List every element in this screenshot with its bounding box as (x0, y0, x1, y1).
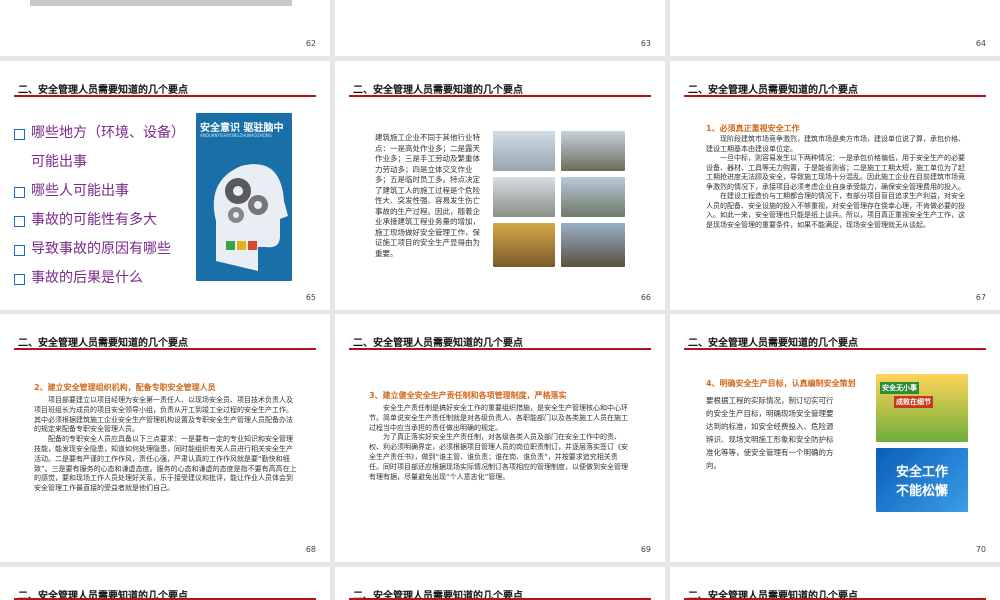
construction-photo-bridge (493, 177, 555, 217)
slide-73[interactable]: 二、安全管理人员需要知道的几个要点 (670, 567, 1000, 600)
square-bullet-icon (14, 274, 25, 285)
slide-header: 二、安全管理人员需要知道的几个要点 (688, 85, 858, 96)
safety-poster-image: 安全意识 驱驻脑中 ANQUANYISHIYONGZHUNAOZHONG (196, 113, 292, 281)
slide-70[interactable]: 二、安全管理人员需要知道的几个要点 4、明确安全生产目标，认真编制安全策划 要根… (670, 314, 1000, 562)
bullet-item: 导致事故的原因有哪些 (14, 235, 184, 264)
construction-photo-scaffold (493, 223, 555, 267)
slide-72[interactable]: 二、安全管理人员需要知道的几个要点 (335, 567, 665, 600)
slide-63[interactable]: 63 (335, 0, 665, 56)
page-number: 70 (975, 545, 986, 554)
construction-photo-pier (561, 223, 625, 267)
square-bullet-icon (14, 129, 25, 140)
header-rule (14, 95, 316, 97)
page-number: 69 (640, 545, 651, 554)
slide-65[interactable]: 二、安全管理人员需要知道的几个要点 哪些地方（环境、设备）可能出事 哪些人可能出… (0, 61, 330, 310)
header-rule (684, 95, 986, 97)
image-caption: 不能松懈 (895, 484, 948, 499)
bullet-list: 哪些地方（环境、设备）可能出事 哪些人可能出事 事故的可能性有多大 导致事故的原… (14, 119, 184, 293)
square-bullet-icon (14, 245, 25, 256)
bullet-item: 哪些地方（环境、设备）可能出事 (14, 119, 184, 177)
page-number: 68 (305, 545, 316, 554)
slide-header: 二、安全管理人员需要知道的几个要点 (18, 338, 188, 349)
image-caption: 安全工作 (895, 465, 948, 480)
page-number: 66 (640, 293, 651, 302)
page-number: 64 (975, 39, 986, 48)
page-number: 65 (305, 293, 316, 302)
poster-subtitle: ANQUANYISHIYONGZHUNAOZHONG (200, 133, 272, 138)
safety-slogan-image: 安全工作 不能松懈 (876, 448, 968, 512)
slide-67[interactable]: 二、安全管理人员需要知道的几个要点 1、必须真正重视安全工作 现阶段建筑市场竞争… (670, 61, 1000, 310)
header-rule (349, 348, 651, 350)
poster-title: 安全意识 驱驻脑中 (200, 123, 284, 134)
head-gears-icon (213, 164, 288, 271)
bullet-item: 哪些人可能出事 (14, 177, 184, 206)
image-caption: 安全无小事 (880, 382, 919, 394)
page-number: 67 (975, 293, 986, 302)
construction-photo-tower-crane (493, 131, 555, 171)
construction-photo-viaduct (561, 177, 625, 217)
slide-header: 二、安全管理人员需要知道的几个要点 (18, 85, 188, 96)
slide-body-text: 建筑施工企业不同于其他行业特点：一是高处作业多；二是露天作业多；三是手工劳动及繁… (375, 133, 480, 258)
section-title: 3、建立健全安全生产责任制和各项管理制度，严格落实 (369, 391, 567, 400)
construction-photo-roller (561, 131, 625, 171)
section-title: 2、建立安全管理组织机构，配备专职安全管理人员 (34, 383, 216, 392)
header-rule (14, 348, 316, 350)
slide-body-text: 要根据工程的实际情况，制订切实可行的安全生产目标，明确现场安全管理要达到的标准，… (706, 396, 834, 470)
slide-text-strip (30, 0, 292, 6)
slide-header: 二、安全管理人员需要知道的几个要点 (688, 338, 858, 349)
slide-69[interactable]: 二、安全管理人员需要知道的几个要点 3、建立健全安全生产责任制和各项管理制度，严… (335, 314, 665, 562)
section-title: 4、明确安全生产目标，认真编制安全策划 (706, 379, 856, 388)
slide-71[interactable]: 二、安全管理人员需要知道的几个要点 (0, 567, 330, 600)
slide-68[interactable]: 二、安全管理人员需要知道的几个要点 2、建立安全管理组织机构，配备专职安全管理人… (0, 314, 330, 562)
page-number: 62 (305, 39, 316, 48)
slide-62[interactable]: 62 (0, 0, 330, 56)
slide-header: 二、安全管理人员需要知道的几个要点 (353, 85, 523, 96)
image-caption: 成败在细节 (894, 396, 933, 408)
slide-66[interactable]: 二、安全管理人员需要知道的几个要点 建筑施工企业不同于其他行业特点：一是高处作业… (335, 61, 665, 310)
paragraph: 项目部要建立以项目经理为安全第一责任人、以现场安全员、项目技术负责人及项目班组长… (34, 396, 297, 493)
header-rule (684, 348, 986, 350)
section-title: 1、必须真正重视安全工作 (706, 124, 800, 133)
header-rule (349, 95, 651, 97)
square-bullet-icon (14, 216, 25, 227)
slide-64[interactable]: 64 (670, 0, 1000, 56)
square-bullet-icon (14, 187, 25, 198)
bullet-item: 事故的后果是什么 (14, 264, 184, 293)
paragraph: 安全生产责任制是搞好安全工作的重要组织措施，是安全生产管理核心和中心环节。简单说… (369, 404, 628, 481)
bullet-item: 事故的可能性有多大 (14, 206, 184, 235)
page-number: 63 (640, 39, 651, 48)
paragraph: 现阶段建筑市场竞争激烈，建筑市场是卖方市场，建设单位说了算，承包价格、建设工期基… (706, 135, 965, 229)
safety-blocks-image: 安全无小事 成败在细节 (876, 374, 968, 442)
slide-header: 二、安全管理人员需要知道的几个要点 (353, 338, 523, 349)
